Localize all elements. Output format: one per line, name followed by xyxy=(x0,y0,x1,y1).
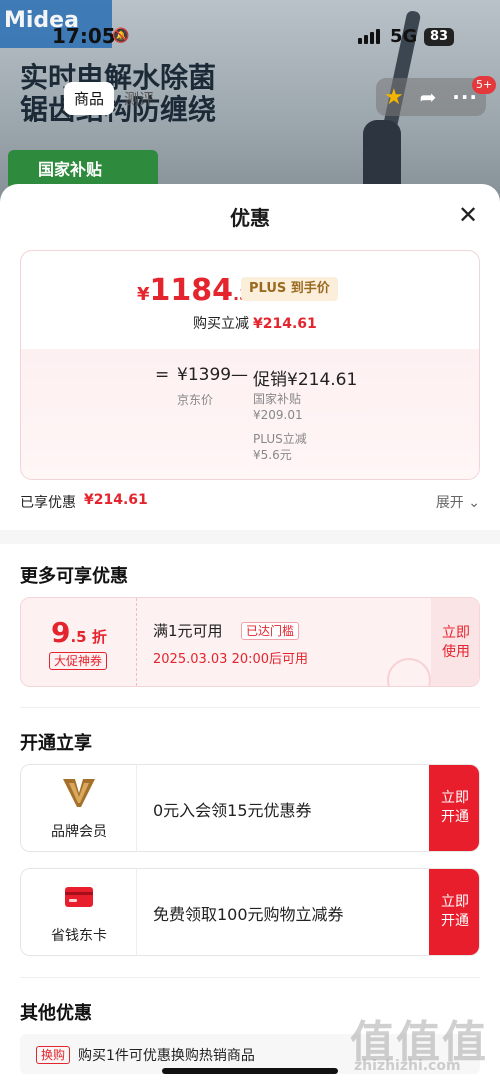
price-integer: 1184 xyxy=(149,273,234,308)
subsidy-amount: ¥209.01 xyxy=(253,408,303,422)
price-currency: ¥ xyxy=(137,284,150,305)
coupon-card: 9.5 折 大促神券 满1元可用 已达门槛 2025.03.03 20:00后可… xyxy=(20,597,480,687)
formula-minus: — xyxy=(231,365,248,385)
close-icon[interactable]: ✕ xyxy=(456,203,480,228)
coupon-discount: 9.5 折 xyxy=(51,616,107,649)
open-saving-card-label: 立即 开通 xyxy=(441,894,469,929)
trade-in-text: 购买1件可优惠换购热销商品 xyxy=(78,1048,255,1064)
sheet-title: 优惠 xyxy=(230,206,270,230)
coupon-condition: 满1元可用 xyxy=(153,622,223,640)
brand-member-icon xyxy=(63,779,95,807)
open-benefits-title: 开通立享 xyxy=(20,733,92,754)
battery-icon: 83 xyxy=(424,28,454,46)
coupon-discount-small: .5 折 xyxy=(70,628,107,646)
network-label: 5G xyxy=(390,26,418,47)
discount-sheet: 优惠 ✕ ¥1184.39 PLUS 到手价 购买立减¥214.61 = ¥13… xyxy=(0,184,500,1084)
threshold-reached-tag: 已达门槛 xyxy=(241,622,300,640)
brand-member-card: 品牌会员 0元入会领15元优惠券 立即 开通 xyxy=(20,764,480,852)
share-icon[interactable]: ➦ xyxy=(420,85,437,109)
status-bar: 17:05 🔕 5G 83 xyxy=(0,24,500,50)
section-divider xyxy=(0,530,500,544)
home-indicator[interactable] xyxy=(162,1068,338,1074)
plus-cut-label: PLUS立减 xyxy=(253,432,307,446)
nav-action-group: ★ ➦ ··· xyxy=(376,78,486,116)
divider xyxy=(20,707,480,708)
coupon-discount-big: 9 xyxy=(51,616,71,649)
tab-product[interactable]: 商品 xyxy=(64,81,115,115)
open-brand-member-label: 立即 开通 xyxy=(441,790,469,825)
product-nav-tabs: 商品 测评 xyxy=(12,80,164,116)
saving-card-name: 省钱东卡 xyxy=(51,928,107,944)
status-time: 17:05 xyxy=(52,24,116,48)
brand-member-left: 品牌会员 xyxy=(21,765,137,851)
plus-price-tag: PLUS 到手价 xyxy=(241,277,338,301)
open-brand-member-button[interactable]: 立即 开通 xyxy=(429,765,479,851)
plus-cut-amount: ¥5.6元 xyxy=(253,448,292,462)
coupon-value-area: 9.5 折 大促神券 xyxy=(21,598,137,686)
subsidy-label: 国家补贴 xyxy=(253,392,302,406)
saving-card-left: 省钱东卡 xyxy=(21,869,137,955)
formula-equals: = xyxy=(155,365,170,385)
brand-member-name: 品牌会员 xyxy=(51,824,107,840)
site-watermark: 值值值 zhizhizhi.com xyxy=(350,1006,498,1082)
expand-button[interactable]: 展开 ⌄ xyxy=(436,492,480,512)
instant-cut-label: 购买立减 xyxy=(193,316,249,332)
promo-amount: 促销¥214.61 xyxy=(253,370,358,390)
more-discounts-title: 更多可享优惠 xyxy=(20,566,128,587)
brand-member-desc: 0元入会领15元优惠券 xyxy=(153,801,312,820)
open-saving-card-button[interactable]: 立即 开通 xyxy=(429,869,479,955)
instant-cut: 购买立减 ¥214.61 xyxy=(193,313,317,333)
trade-in-tag: 换购 xyxy=(36,1046,71,1064)
enjoyed-amount: ¥214.61 xyxy=(84,492,148,508)
message-badge: 5+ xyxy=(472,76,497,94)
card-icon xyxy=(65,887,93,907)
coupon-stamp-icon xyxy=(387,658,431,686)
favorite-star-icon[interactable]: ★ xyxy=(384,85,404,110)
signal-icon xyxy=(358,28,384,44)
divider xyxy=(20,977,480,978)
jd-price-label: 京东价 xyxy=(177,393,214,407)
coupon-available-time: 2025.03.03 20:00后可用 xyxy=(153,652,309,667)
other-discounts-title: 其他优惠 xyxy=(20,1003,92,1024)
price-breakdown-lower xyxy=(21,349,479,479)
instant-cut-amount: ¥214.61 xyxy=(253,316,317,332)
enjoyed-discount-row: 已享优惠 ¥214.61 展开 ⌄ xyxy=(20,492,480,514)
coupon-type-tag: 大促神券 xyxy=(49,652,108,670)
mute-bell-icon: 🔕 xyxy=(112,28,130,44)
saving-card-desc: 免费领取100元购物立减券 xyxy=(153,905,344,924)
use-coupon-label: 立即 使用 xyxy=(442,625,470,660)
watermark-site: zhizhizhi.com xyxy=(354,1058,461,1074)
saving-card: 省钱东卡 免费领取100元购物立减券 立即 开通 xyxy=(20,868,480,956)
use-coupon-button[interactable]: 立即 使用 xyxy=(431,598,479,686)
enjoyed-label: 已享优惠 xyxy=(20,495,76,511)
price-breakdown-card: ¥1184.39 PLUS 到手价 购买立减¥214.61 = ¥1399 — … xyxy=(20,250,480,480)
tab-review[interactable]: 测评 xyxy=(114,82,164,115)
jd-price: ¥1399 xyxy=(177,365,232,385)
